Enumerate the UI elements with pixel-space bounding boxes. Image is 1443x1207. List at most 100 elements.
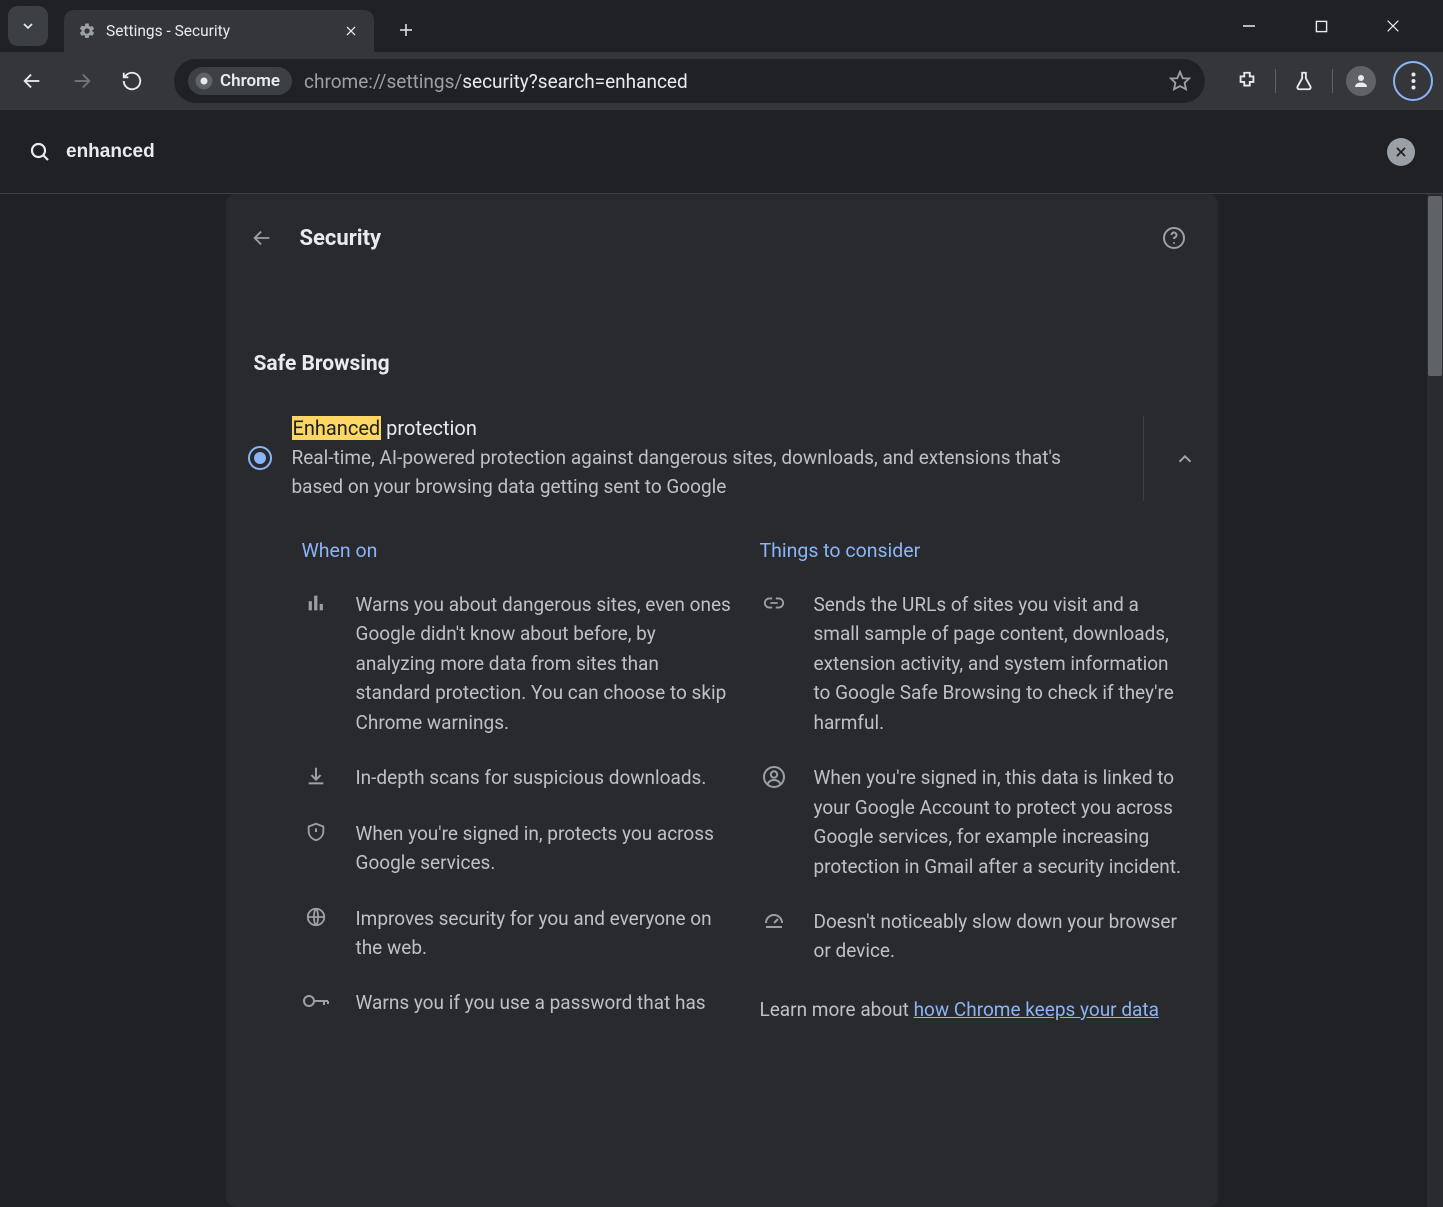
new-tab-button[interactable]: [388, 12, 424, 48]
bullet-text: When you're signed in, this data is link…: [814, 763, 1190, 881]
bullet-row: When you're signed in, protects you acro…: [302, 819, 732, 878]
bar-chart-icon: [302, 590, 330, 737]
omnibox[interactable]: Chrome chrome://settings/security?search…: [174, 59, 1205, 103]
bullet-text: Sends the URLs of sites you visit and a …: [814, 590, 1190, 737]
expand-cell: [1143, 416, 1196, 501]
titlebar: Settings - Security: [0, 0, 1443, 52]
bullet-text: Doesn't noticeably slow down your browse…: [814, 907, 1190, 966]
option-description: Real-time, AI-powered protection against…: [292, 444, 1082, 501]
arrow-left-icon: [21, 70, 43, 92]
profile-button[interactable]: [1339, 59, 1383, 103]
maximize-button[interactable]: [1299, 4, 1343, 48]
close-icon: [1385, 18, 1401, 34]
things-column: Things to consider Sends the URLs of sit…: [760, 539, 1190, 1044]
bullet-row: Warns you about dangerous sites, even on…: [302, 590, 732, 737]
bullet-row: In-depth scans for suspicious downloads.: [302, 763, 732, 792]
page-title: Security: [300, 226, 1138, 251]
settings-searchbar: [0, 110, 1443, 194]
separator: [1332, 69, 1333, 93]
window-controls: [1227, 4, 1435, 48]
extension-icon: [1236, 70, 1258, 92]
settings-search-input[interactable]: [66, 141, 1387, 163]
chevron-down-icon: [20, 18, 36, 34]
things-heading: Things to consider: [760, 539, 1190, 562]
settings-card: Security Safe Browsing Enhanced protecti…: [226, 194, 1218, 1207]
detail-columns: When on Warns you about dangerous sites,…: [226, 513, 1218, 1044]
link-icon: [760, 590, 788, 737]
browser-tab[interactable]: Settings - Security: [64, 10, 374, 52]
download-icon: [302, 763, 330, 792]
menu-button[interactable]: [1393, 61, 1433, 101]
arrow-left-icon: [251, 227, 273, 249]
reload-icon: [121, 70, 143, 92]
reload-button[interactable]: [110, 59, 154, 103]
search-tabs-button[interactable]: [8, 6, 48, 46]
bullet-text: When you're signed in, protects you acro…: [356, 819, 732, 878]
bullet-text: Improves security for you and everyone o…: [356, 904, 732, 963]
minimize-icon: [1242, 19, 1256, 33]
search-highlight: Enhanced: [292, 416, 382, 440]
plus-icon: [397, 21, 415, 39]
learn-more: Learn more about how Chrome keeps your d…: [760, 992, 1190, 1021]
bullet-row: Sends the URLs of sites you visit and a …: [760, 590, 1190, 737]
globe-icon: [302, 904, 330, 963]
forward-button[interactable]: [60, 59, 104, 103]
scrollbar[interactable]: [1427, 194, 1443, 1207]
extensions-button[interactable]: [1225, 59, 1269, 103]
key-icon: [302, 988, 330, 1017]
toolbar: Chrome chrome://settings/security?search…: [0, 52, 1443, 110]
labs-button[interactable]: [1282, 59, 1326, 103]
chevron-up-icon: [1174, 448, 1196, 470]
when-on-column: When on Warns you about dangerous sites,…: [302, 539, 732, 1044]
person-icon: [1352, 72, 1370, 90]
search-icon: [28, 140, 52, 164]
kebab-icon: [1411, 72, 1416, 90]
bullet-row: Warns you if you use a password that has: [302, 988, 732, 1017]
scrollbar-thumb[interactable]: [1428, 196, 1442, 376]
separator: [1275, 69, 1276, 93]
back-button[interactable]: [10, 59, 54, 103]
chrome-chip-label: Chrome: [220, 71, 280, 91]
bullet-row: When you're signed in, this data is link…: [760, 763, 1190, 881]
option-title: Enhanced protection: [292, 416, 1119, 440]
star-icon[interactable]: [1169, 70, 1191, 92]
help-button[interactable]: [1158, 222, 1190, 254]
minimize-button[interactable]: [1227, 4, 1271, 48]
learn-more-link[interactable]: how Chrome keeps your data: [914, 998, 1159, 1021]
bullet-row: Improves security for you and everyone o…: [302, 904, 732, 963]
tab-title: Settings - Security: [106, 22, 332, 40]
maximize-icon: [1315, 20, 1328, 33]
chrome-chip: Chrome: [188, 67, 292, 95]
bullet-text: Warns you if you use a password that has: [356, 988, 706, 1017]
url-prefix: chrome://settings/: [304, 70, 462, 93]
url-text: chrome://settings/security?search=enhanc…: [304, 70, 1157, 93]
enhanced-protection-option: Enhanced protection Real-time, AI-powere…: [226, 404, 1218, 513]
bullet-text: Warns you about dangerous sites, even on…: [356, 590, 732, 737]
account-icon: [760, 763, 788, 881]
safe-browsing-heading: Safe Browsing: [226, 266, 1218, 404]
option-title-rest: protection: [381, 416, 477, 440]
option-body: Enhanced protection Real-time, AI-powere…: [292, 416, 1119, 501]
shield-icon: [302, 819, 330, 878]
card-header: Security: [226, 194, 1218, 266]
collapse-button[interactable]: [1174, 448, 1196, 470]
bullet-row: Doesn't noticeably slow down your browse…: [760, 907, 1190, 966]
settings-back-button[interactable]: [244, 220, 280, 256]
flask-icon: [1293, 70, 1315, 92]
when-on-heading: When on: [302, 539, 732, 562]
chrome-icon: [194, 71, 214, 91]
bullet-text: In-depth scans for suspicious downloads.: [356, 763, 707, 792]
enhanced-protection-radio[interactable]: [248, 446, 272, 470]
learn-more-prefix: Learn more about: [760, 998, 914, 1021]
close-window-button[interactable]: [1371, 4, 1415, 48]
help-icon: [1162, 226, 1186, 250]
content-viewport: Security Safe Browsing Enhanced protecti…: [0, 194, 1443, 1207]
avatar: [1346, 66, 1376, 96]
url-path: security?search=enhanced: [462, 70, 687, 93]
close-icon: [1394, 145, 1408, 159]
clear-search-button[interactable]: [1387, 138, 1415, 166]
speed-icon: [760, 907, 788, 966]
radio-dot: [254, 452, 266, 464]
tab-close-button[interactable]: [342, 22, 360, 40]
gear-icon: [78, 22, 96, 40]
